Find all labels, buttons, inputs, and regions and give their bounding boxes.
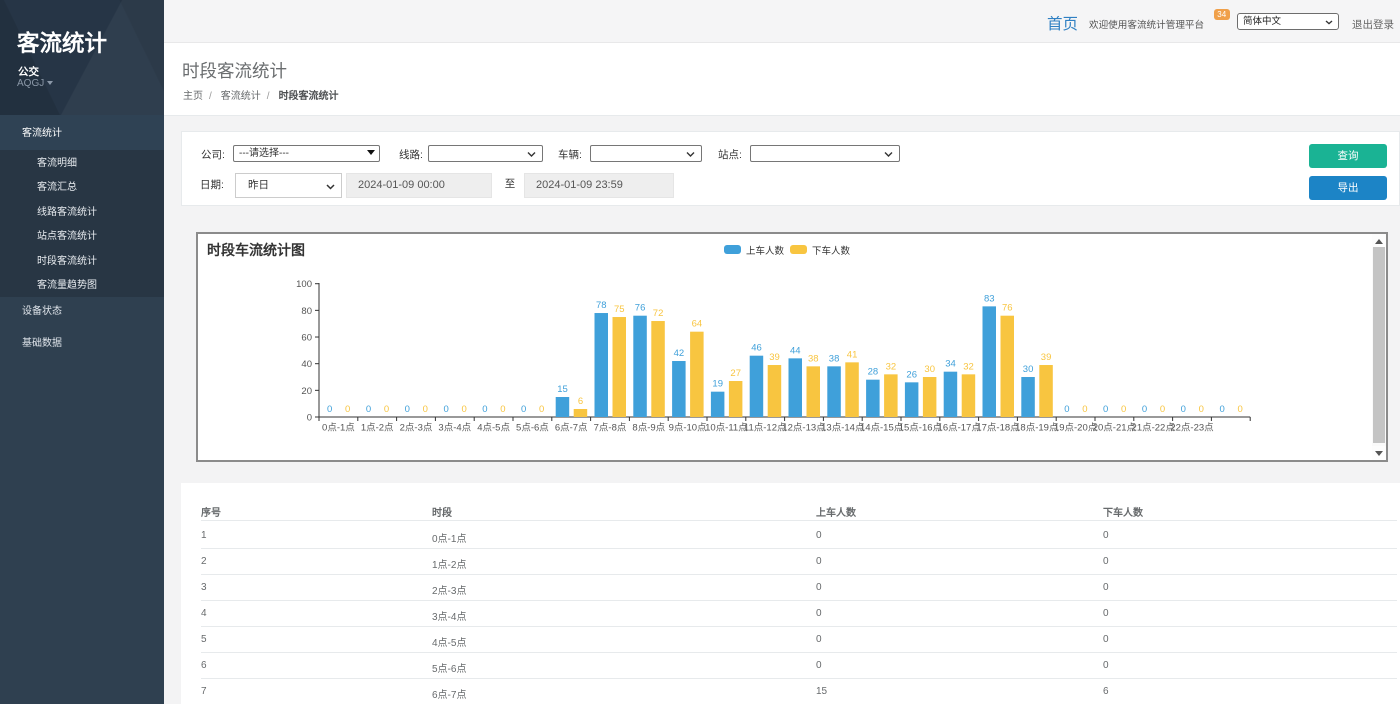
svg-text:44: 44 xyxy=(790,345,801,356)
svg-text:5点-6点: 5点-6点 xyxy=(516,423,549,434)
svg-text:39: 39 xyxy=(769,352,780,363)
svg-text:1点-2点: 1点-2点 xyxy=(361,423,394,434)
svg-text:0: 0 xyxy=(1160,404,1165,415)
svg-text:15: 15 xyxy=(557,384,568,395)
svg-text:60: 60 xyxy=(301,333,312,344)
svg-text:80: 80 xyxy=(301,306,312,317)
svg-text:10点-11点: 10点-11点 xyxy=(705,423,748,434)
svg-text:42: 42 xyxy=(674,348,685,359)
svg-text:16点-17点: 16点-17点 xyxy=(938,423,982,434)
svg-text:32: 32 xyxy=(963,361,974,372)
svg-text:7点-8点: 7点-8点 xyxy=(594,423,627,434)
svg-text:0: 0 xyxy=(1103,404,1108,415)
svg-text:20点-21点: 20点-21点 xyxy=(1093,423,1137,434)
svg-text:0: 0 xyxy=(384,404,389,415)
svg-text:4点-5点: 4点-5点 xyxy=(477,423,510,434)
svg-text:38: 38 xyxy=(829,353,840,364)
svg-text:0: 0 xyxy=(327,404,332,415)
svg-text:78: 78 xyxy=(596,300,607,311)
svg-text:3点-4点: 3点-4点 xyxy=(438,423,471,434)
svg-text:0: 0 xyxy=(405,404,410,415)
svg-text:76: 76 xyxy=(635,303,646,314)
svg-text:0: 0 xyxy=(366,404,371,415)
svg-text:30: 30 xyxy=(924,364,935,375)
svg-text:0: 0 xyxy=(307,413,312,424)
svg-text:15点-16点: 15点-16点 xyxy=(899,423,943,434)
svg-text:39: 39 xyxy=(1041,352,1052,363)
svg-text:0: 0 xyxy=(1121,404,1126,415)
svg-text:0: 0 xyxy=(1142,404,1147,415)
svg-text:75: 75 xyxy=(614,304,625,315)
svg-text:14点-15点: 14点-15点 xyxy=(860,423,904,434)
svg-text:0: 0 xyxy=(1064,404,1069,415)
svg-text:64: 64 xyxy=(692,319,703,330)
svg-text:21点-22点: 21点-22点 xyxy=(1132,423,1176,434)
svg-text:11点-12点: 11点-12点 xyxy=(744,423,787,434)
svg-text:26: 26 xyxy=(906,369,917,380)
svg-text:18点-19点: 18点-19点 xyxy=(1015,423,1059,434)
svg-text:0: 0 xyxy=(539,404,544,415)
svg-text:0: 0 xyxy=(1237,404,1242,415)
svg-text:0: 0 xyxy=(443,404,448,415)
svg-text:76: 76 xyxy=(1002,303,1013,314)
svg-text:46: 46 xyxy=(751,343,762,354)
svg-text:22点-23点: 22点-23点 xyxy=(1170,423,1214,434)
svg-text:38: 38 xyxy=(808,353,819,364)
svg-text:19: 19 xyxy=(712,379,723,390)
svg-text:72: 72 xyxy=(653,308,664,319)
svg-text:20: 20 xyxy=(301,386,312,397)
svg-text:0: 0 xyxy=(423,404,428,415)
svg-text:6: 6 xyxy=(578,396,583,407)
svg-text:32: 32 xyxy=(886,361,897,372)
svg-text:0点-1点: 0点-1点 xyxy=(322,423,355,434)
svg-text:40: 40 xyxy=(301,359,312,370)
svg-text:2点-3点: 2点-3点 xyxy=(400,423,433,434)
svg-text:0: 0 xyxy=(345,404,350,415)
svg-text:8点-9点: 8点-9点 xyxy=(632,423,665,434)
svg-text:0: 0 xyxy=(482,404,487,415)
svg-text:0: 0 xyxy=(1219,404,1224,415)
svg-text:30: 30 xyxy=(1023,364,1034,375)
svg-text:12点-13点: 12点-13点 xyxy=(782,423,826,434)
svg-text:0: 0 xyxy=(1082,404,1087,415)
svg-text:83: 83 xyxy=(984,293,995,304)
svg-text:0: 0 xyxy=(521,404,526,415)
svg-text:0: 0 xyxy=(1181,404,1186,415)
svg-text:9点-10点: 9点-10点 xyxy=(669,423,708,434)
svg-text:17点-18点: 17点-18点 xyxy=(976,423,1020,434)
svg-text:27: 27 xyxy=(730,368,741,379)
svg-text:0: 0 xyxy=(1199,404,1204,415)
svg-text:19点-20点: 19点-20点 xyxy=(1054,423,1098,434)
svg-text:34: 34 xyxy=(945,359,956,370)
svg-text:28: 28 xyxy=(868,367,879,378)
svg-text:6点-7点: 6点-7点 xyxy=(555,423,588,434)
svg-text:13点-14点: 13点-14点 xyxy=(821,423,865,434)
svg-text:100: 100 xyxy=(296,279,312,290)
svg-text:0: 0 xyxy=(461,404,466,415)
svg-text:0: 0 xyxy=(500,404,505,415)
svg-text:41: 41 xyxy=(847,349,858,360)
